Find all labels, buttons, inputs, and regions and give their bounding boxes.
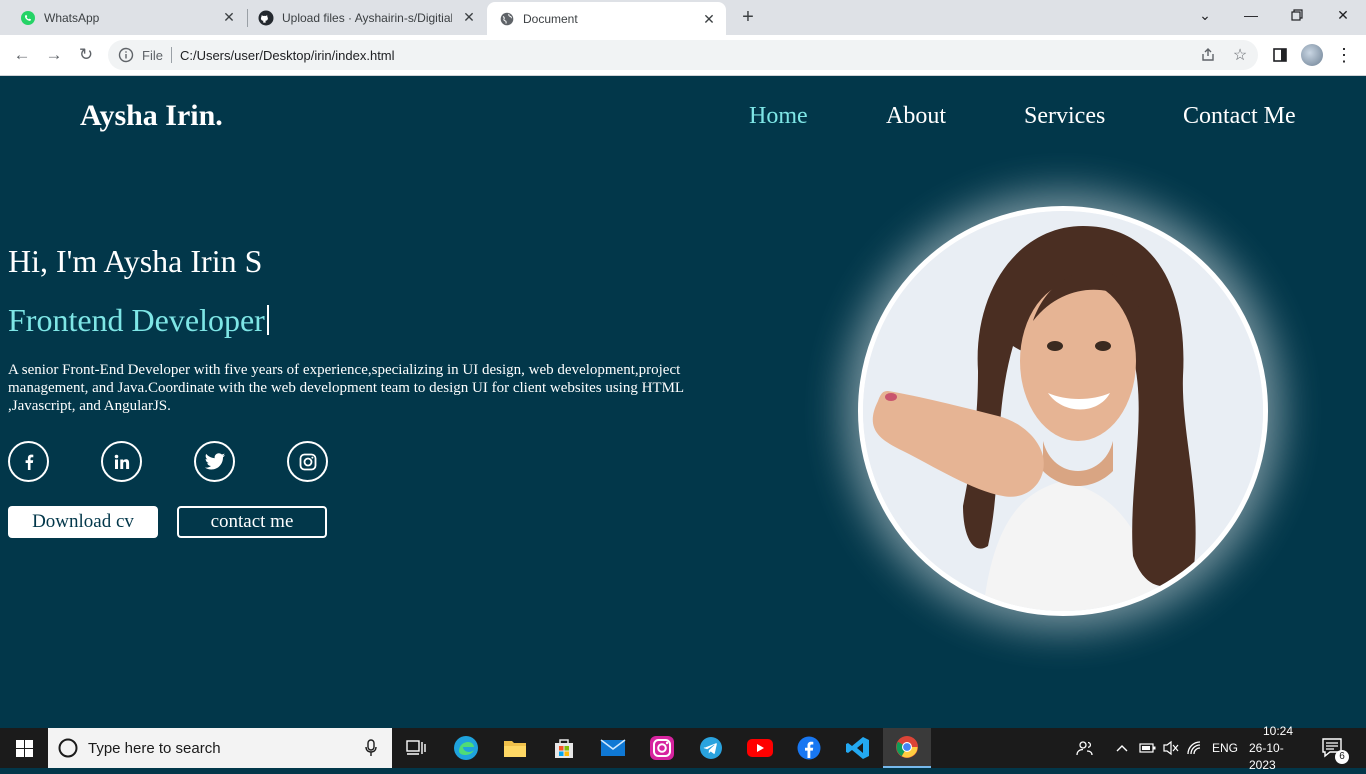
instagram-icon[interactable]: [287, 441, 328, 482]
close-window-button[interactable]: ✕: [1320, 0, 1366, 30]
role-text: Frontend Developer: [8, 302, 265, 338]
url-text[interactable]: C:/Users/user/Desktop/irin/index.html: [180, 48, 395, 63]
browser-toolbar: ← → ↻ File C:/Users/user/Desktop/irin/in…: [0, 35, 1366, 76]
people-icon[interactable]: [1076, 728, 1094, 768]
close-tab-icon[interactable]: ✕: [462, 10, 476, 24]
close-tab-icon[interactable]: ✕: [702, 12, 716, 26]
divider: [170, 47, 172, 63]
linkedin-icon[interactable]: [101, 441, 142, 482]
tab-whatsapp[interactable]: WhatsApp ✕: [0, 0, 246, 35]
clock-date: 26-10-2023: [1249, 740, 1284, 772]
back-icon[interactable]: ←: [12, 45, 32, 65]
edge-icon[interactable]: [442, 728, 490, 768]
side-panel-icon[interactable]: [1270, 45, 1290, 65]
menu-icon[interactable]: ⋮: [1334, 45, 1354, 65]
profile-avatar[interactable]: [1301, 44, 1323, 66]
twitter-icon[interactable]: [194, 441, 235, 482]
tab-search-icon[interactable]: ⌄: [1182, 0, 1228, 30]
notification-count-badge: 6: [1335, 750, 1349, 764]
scheme-label: File: [142, 47, 163, 63]
greeting-heading: Hi, I'm Aysha Irin S: [8, 243, 263, 279]
forward-icon[interactable]: →: [44, 45, 64, 65]
microphone-icon[interactable]: [365, 739, 377, 757]
windows-start-icon[interactable]: [0, 728, 48, 768]
chrome-icon[interactable]: [883, 728, 931, 768]
address-bar[interactable]: File C:/Users/user/Desktop/irin/index.ht…: [108, 40, 1258, 70]
minimize-button[interactable]: —: [1228, 0, 1274, 30]
battery-icon[interactable]: [1139, 728, 1157, 768]
facebook-app-icon[interactable]: [785, 728, 833, 768]
bio-paragraph: A senior Front-End Developer with five y…: [8, 362, 684, 414]
wifi-icon[interactable]: [1187, 728, 1205, 768]
nav-about[interactable]: About: [886, 103, 946, 130]
portfolio-page: Aysha Irin. Home About Services Contact …: [0, 77, 1366, 728]
clock-time: 10:24: [1262, 723, 1294, 738]
nav-contact[interactable]: Contact Me: [1183, 103, 1296, 130]
taskbar-search-box[interactable]: Type here to search: [48, 728, 392, 768]
whatsapp-icon: [20, 10, 36, 26]
contact-me-button[interactable]: contact me: [177, 506, 327, 538]
chevron-up-icon[interactable]: [1116, 728, 1128, 768]
facebook-icon[interactable]: [8, 441, 49, 482]
info-icon[interactable]: [118, 47, 134, 63]
microsoft-store-icon[interactable]: [540, 728, 588, 768]
role-heading: Frontend Developer: [8, 302, 269, 339]
vscode-icon[interactable]: [834, 728, 882, 768]
language-indicator[interactable]: ENG: [1212, 728, 1238, 768]
tab-title: Upload files · Ayshairin-s/Digitial: [282, 10, 452, 25]
clock[interactable]: 10:24 26-10-2023: [1249, 724, 1307, 772]
close-tab-icon[interactable]: ✕: [222, 10, 236, 24]
star-icon[interactable]: ☆: [1230, 45, 1250, 65]
download-cv-button[interactable]: Download cv: [8, 506, 158, 538]
nav-home[interactable]: Home: [749, 103, 808, 130]
restore-button[interactable]: [1274, 0, 1320, 30]
nav-services[interactable]: Services: [1024, 103, 1105, 130]
youtube-icon[interactable]: [736, 728, 784, 768]
search-icon: [58, 738, 78, 758]
reload-icon[interactable]: ↻: [76, 45, 96, 65]
profile-photo: [858, 206, 1268, 616]
site-logo[interactable]: Aysha Irin.: [80, 99, 223, 133]
tab-title: Document: [523, 11, 578, 26]
search-placeholder: Type here to search: [88, 739, 221, 757]
file-explorer-icon[interactable]: [491, 728, 539, 768]
github-icon: [258, 10, 274, 26]
instagram-app-icon[interactable]: [638, 728, 686, 768]
volume-muted-icon[interactable]: [1162, 728, 1180, 768]
share-icon[interactable]: [1198, 45, 1218, 65]
tab-document[interactable]: Document ✕: [487, 2, 726, 35]
tab-github[interactable]: Upload files · Ayshairin-s/Digitial ✕: [248, 0, 486, 35]
new-tab-button[interactable]: +: [738, 7, 758, 27]
notification-icon[interactable]: 6: [1322, 728, 1349, 768]
globe-icon: [499, 11, 515, 27]
mail-icon[interactable]: [589, 728, 637, 768]
tab-title: WhatsApp: [44, 10, 100, 25]
task-view-icon[interactable]: [392, 728, 440, 768]
browser-tab-strip: WhatsApp ✕ Upload files · Ayshairin-s/Di…: [0, 0, 1366, 35]
telegram-icon[interactable]: [687, 728, 735, 768]
typing-cursor: [266, 305, 269, 335]
portrait-illustration: [863, 211, 1263, 611]
windows-taskbar: Type here to search ENG 10:24 26-10-2023…: [0, 724, 1366, 772]
